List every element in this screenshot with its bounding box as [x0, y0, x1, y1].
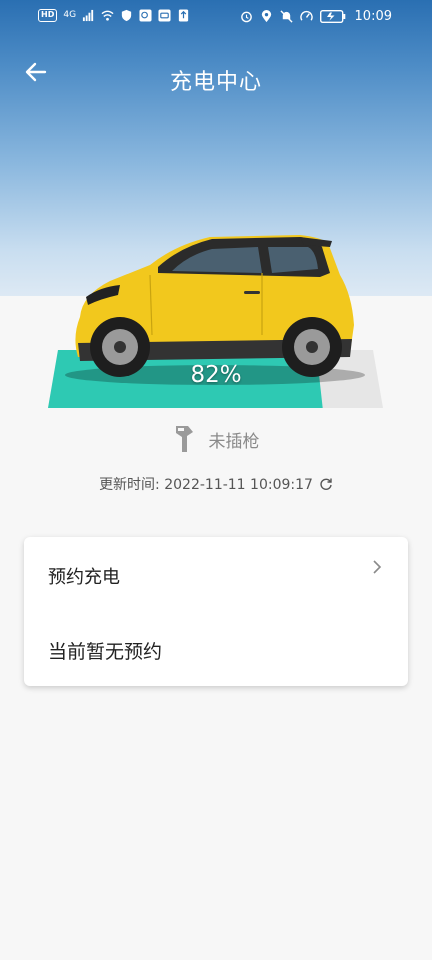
battery-icon — [319, 10, 345, 23]
signal-icon: 4G — [63, 10, 77, 20]
speed-icon — [299, 10, 313, 21]
reserve-charging-title: 预约充电 — [48, 567, 120, 588]
wifi-icon — [101, 10, 114, 21]
camera-icon — [158, 9, 171, 22]
upload-icon — [178, 9, 189, 22]
update-time-row: 更新时间: 2022-11-11 10:09:17 — [0, 474, 432, 494]
signal-bars-icon — [82, 9, 94, 22]
reservation-card: 预约充电 当前暂无预约 — [24, 537, 408, 686]
charge-percent: 82% — [190, 362, 242, 388]
chevron-right-icon — [373, 560, 382, 574]
location-icon — [261, 10, 271, 23]
status-time: 10:09 — [354, 9, 392, 24]
chat-icon — [139, 9, 152, 22]
plug-status-label: 未插枪 — [208, 431, 260, 452]
alarm-icon — [240, 11, 252, 23]
page-title: 充电中心 — [169, 70, 262, 95]
mute-icon — [279, 10, 293, 23]
hd-badge: HD — [38, 9, 58, 22]
shield-icon — [121, 9, 132, 22]
no-reservation-text: 当前暂无预约 — [48, 641, 163, 663]
refresh-icon[interactable] — [319, 477, 333, 491]
update-time-label: 更新时间: 2022-11-11 10:09:17 — [99, 477, 313, 493]
charging-gun-icon — [175, 426, 193, 452]
reserve-charging-row[interactable]: 预约充电 — [24, 537, 408, 611]
plug-status: 未插枪 — [0, 422, 432, 456]
status-bar: HD 4G 10:09 — [0, 0, 432, 34]
